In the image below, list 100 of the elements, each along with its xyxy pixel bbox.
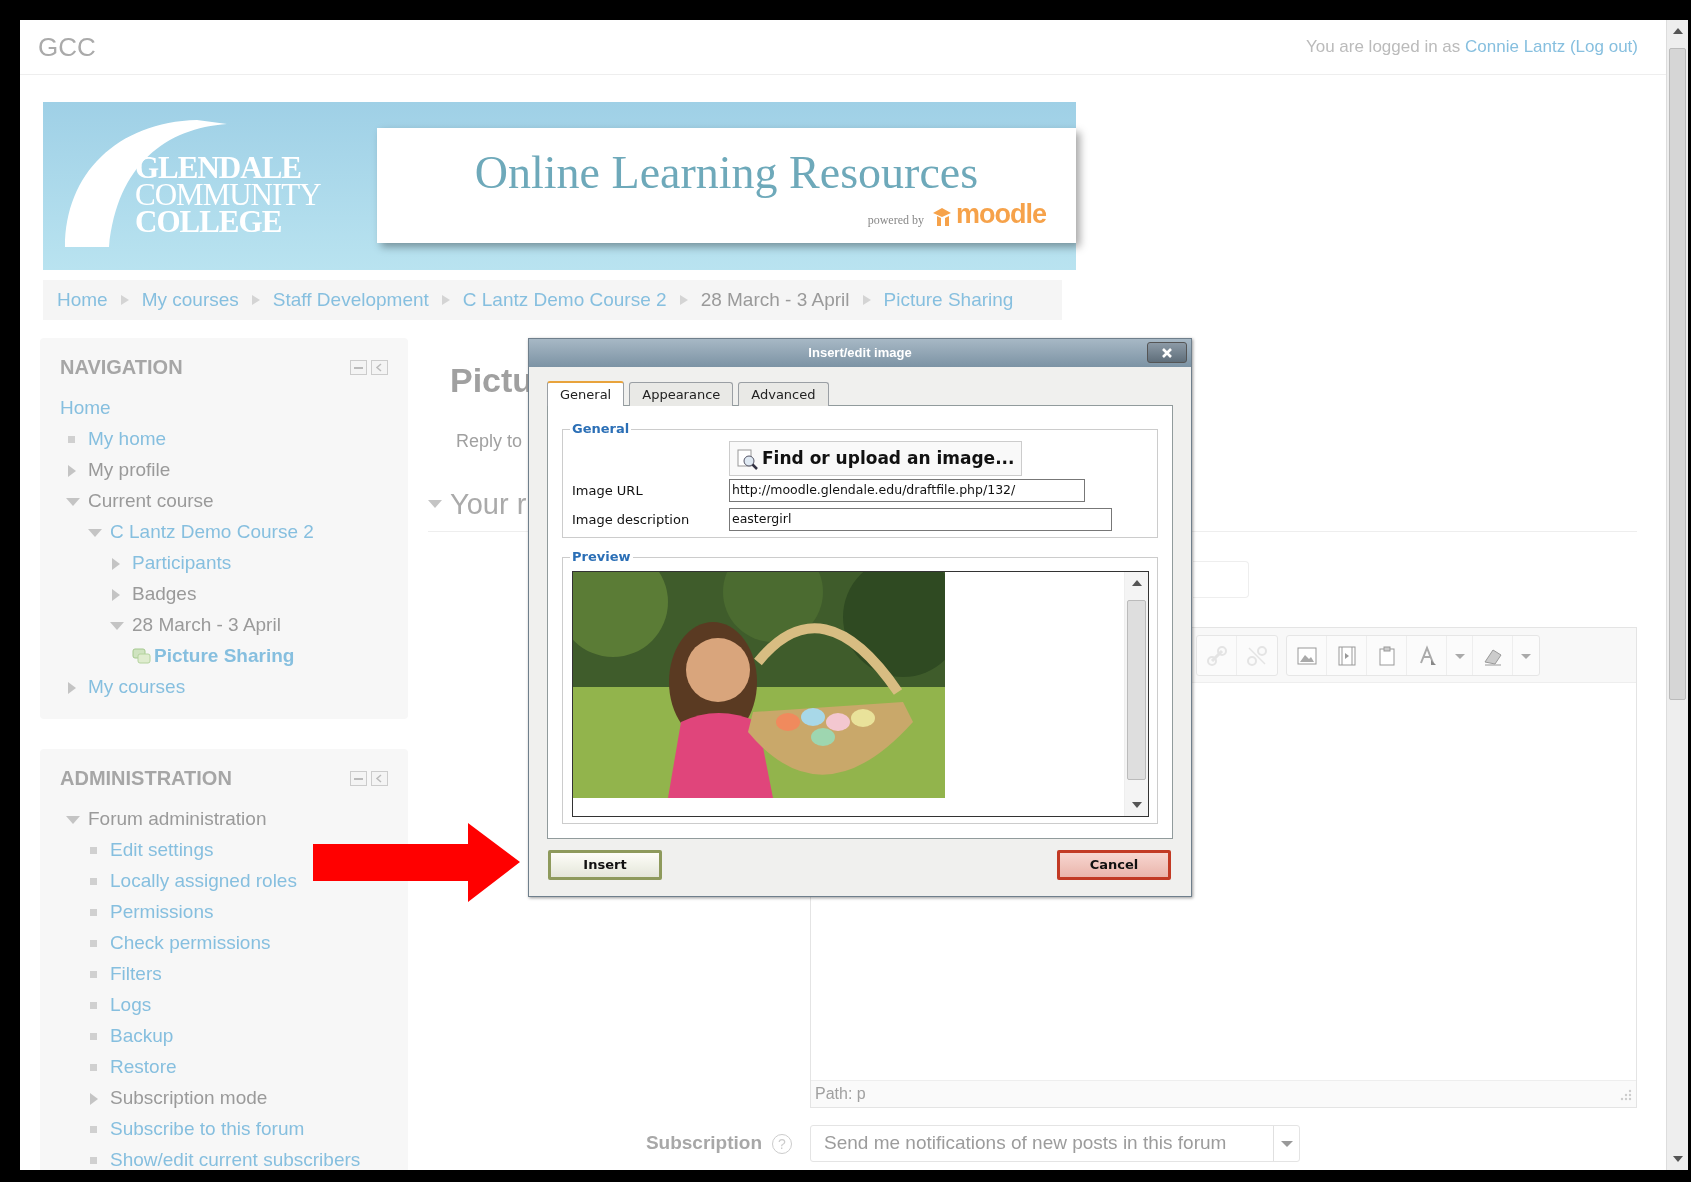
nav-link[interactable]: C Lantz Demo Course 2 xyxy=(110,518,314,547)
find-upload-button[interactable]: Find or upload an image... xyxy=(729,441,1022,476)
nav-text: Subscription mode xyxy=(110,1086,268,1111)
nav-link[interactable]: Subscribe to this forum xyxy=(110,1115,305,1144)
dialog-title: Insert/edit image xyxy=(808,344,912,363)
close-icon xyxy=(1161,346,1173,359)
caret-right-icon[interactable] xyxy=(112,557,120,570)
dock-icon[interactable] xyxy=(371,770,388,786)
field-label: Image description xyxy=(572,510,691,529)
input-field[interactable] xyxy=(1193,561,1249,598)
reply-text: Reply to xyxy=(456,430,523,453)
bullet-icon xyxy=(90,909,97,916)
nav-link[interactable]: Filters xyxy=(110,960,162,989)
nav-link[interactable]: Home xyxy=(60,394,111,423)
nav-link[interactable]: Check permissions xyxy=(110,929,271,958)
caret-right-icon[interactable] xyxy=(112,588,120,601)
user-link[interactable]: Connie Lantz xyxy=(1465,37,1566,57)
collapse-icon[interactable] xyxy=(350,359,367,375)
path-text: Path: p xyxy=(815,1084,866,1104)
section-title[interactable]: Your r xyxy=(450,486,527,522)
breadcrumb-link[interactable]: Staff Development xyxy=(272,285,429,315)
tab[interactable]: General xyxy=(547,381,625,406)
caret-down-icon[interactable] xyxy=(66,497,80,506)
tab[interactable]: Appearance xyxy=(629,382,734,406)
bullet-icon xyxy=(90,1002,97,1009)
nav-link[interactable]: Permissions xyxy=(110,898,214,927)
separator-icon xyxy=(862,295,871,305)
insert-button[interactable]: Insert xyxy=(548,850,662,880)
powered-by-text: powered by xyxy=(867,212,924,228)
bullet-icon xyxy=(90,1126,97,1133)
nav-text: 28 March - 3 April xyxy=(132,613,281,638)
nav-link[interactable]: Show/edit current subscribers xyxy=(110,1146,361,1170)
banner-title: Online Learning Resources xyxy=(474,148,979,198)
fieldset-legend: General xyxy=(570,421,632,437)
image-icon[interactable] xyxy=(1295,644,1318,667)
breadcrumb-link[interactable]: Picture Sharing xyxy=(883,285,1014,315)
bullet-icon xyxy=(90,940,97,947)
nav-link[interactable]: Backup xyxy=(110,1022,174,1051)
nav-text: Forum administration xyxy=(88,807,267,832)
caret-down-icon xyxy=(1280,1139,1293,1148)
bullet-icon xyxy=(90,971,97,978)
block-title: NAVIGATION xyxy=(60,355,183,380)
subscription-select[interactable]: Send me notifications of new posts in this forum xyxy=(810,1125,1300,1162)
breadcrumb-link[interactable]: Home xyxy=(57,285,108,315)
bullet-icon xyxy=(90,1033,97,1040)
collapse-icon[interactable] xyxy=(350,770,367,786)
block-title: ADMINISTRATION xyxy=(60,766,232,791)
arrow-icon xyxy=(313,823,520,902)
caret-right-icon[interactable] xyxy=(68,464,76,477)
search-icon xyxy=(736,447,758,470)
bullet-icon xyxy=(90,878,97,885)
separator-icon xyxy=(120,295,129,305)
breadcrumb-text: 28 March - 3 April xyxy=(700,287,850,312)
logo-text: COLLEGE xyxy=(135,208,282,235)
nav-link[interactable]: Picture Sharing xyxy=(154,642,295,671)
caret-down-icon[interactable] xyxy=(428,500,442,508)
caret-down-icon[interactable] xyxy=(110,621,124,630)
nav-link[interactable]: Participants xyxy=(132,549,232,578)
nav-link[interactable]: My home xyxy=(88,425,167,454)
dock-icon[interactable] xyxy=(371,359,388,375)
film-icon[interactable] xyxy=(1335,644,1358,667)
site-name[interactable]: GCC xyxy=(38,27,96,67)
nav-text: My profile xyxy=(88,458,171,483)
close-button[interactable] xyxy=(1147,342,1187,363)
nav-link[interactable]: Restore xyxy=(110,1053,177,1082)
logo-text: GLENDALE xyxy=(135,154,301,181)
bullet-icon xyxy=(90,1157,97,1164)
moodle-logo-text: moodle xyxy=(956,200,1046,228)
logout-link[interactable]: (Log out) xyxy=(1569,37,1638,57)
logo-text: COMMUNITY xyxy=(135,181,321,208)
nav-text: Current course xyxy=(88,489,214,514)
caret-down-icon[interactable] xyxy=(88,528,102,537)
bullet-icon xyxy=(90,847,97,854)
separator-icon xyxy=(679,295,688,305)
chat-icon xyxy=(132,647,152,666)
breadcrumb-link[interactable]: C Lantz Demo Course 2 xyxy=(462,285,667,315)
nav-link[interactable]: Logs xyxy=(110,991,152,1020)
tab[interactable]: Advanced xyxy=(738,382,829,406)
separator-icon xyxy=(251,295,260,305)
login-text: You are logged in as xyxy=(1305,37,1461,57)
bullet-icon xyxy=(68,436,75,443)
caret-right-icon[interactable] xyxy=(90,1092,98,1105)
fieldset-legend: Preview xyxy=(570,549,633,565)
resize-grip-icon[interactable] xyxy=(1618,1087,1632,1101)
caret-down-icon[interactable] xyxy=(66,815,80,824)
nav-link[interactable]: Edit settings xyxy=(110,836,214,865)
caret-right-icon[interactable] xyxy=(68,681,76,694)
separator-icon xyxy=(441,295,450,305)
field-label: Subscription xyxy=(645,1131,762,1156)
input-field[interactable]: eastergirl xyxy=(729,508,1112,531)
input-field[interactable]: http://moodle.glendale.edu/draftfile.php/132/ xyxy=(729,479,1085,502)
link-icon[interactable] xyxy=(1205,644,1228,667)
nav-link[interactable]: My courses xyxy=(88,673,186,702)
hat-icon xyxy=(932,206,952,228)
nav-link[interactable]: Locally assigned roles xyxy=(110,867,297,896)
scrollbar-thumb[interactable] xyxy=(1669,48,1686,700)
breadcrumb-link[interactable]: My courses xyxy=(141,285,239,315)
scrollbar-thumb[interactable] xyxy=(1127,600,1146,780)
bullet-icon xyxy=(90,1064,97,1071)
cancel-button[interactable]: Cancel xyxy=(1057,850,1171,880)
